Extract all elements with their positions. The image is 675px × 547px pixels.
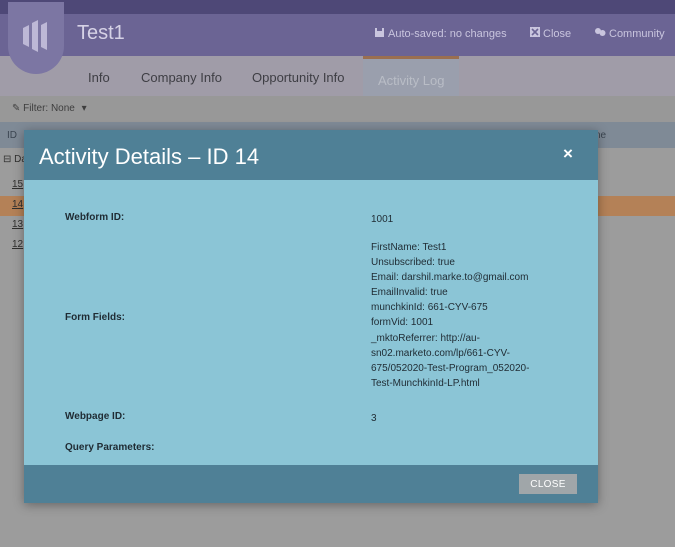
tab-activity-log[interactable]: Activity Log bbox=[363, 56, 460, 96]
tab-opportunity-info[interactable]: Opportunity Info bbox=[252, 70, 345, 85]
tab-info[interactable]: Info bbox=[88, 70, 110, 85]
close-link[interactable]: Close bbox=[530, 27, 571, 40]
webpage-id-value: 3 bbox=[371, 413, 377, 424]
tab-bar: Info Company Info Opportunity Info Activ… bbox=[0, 56, 675, 96]
community-icon bbox=[594, 27, 606, 40]
page-title: Test1 bbox=[77, 22, 125, 44]
dialog-header: Activity Details – ID 14 × bbox=[24, 130, 598, 180]
column-header-id[interactable]: ID bbox=[7, 130, 17, 141]
dialog-body: Webform ID: 1001 Form Fields: FirstName:… bbox=[24, 180, 598, 465]
marketo-logo[interactable] bbox=[8, 2, 64, 74]
save-icon bbox=[374, 27, 385, 41]
tab-company-info[interactable]: Company Info bbox=[141, 70, 222, 85]
close-x-icon[interactable]: × bbox=[563, 145, 573, 163]
top-strip bbox=[0, 0, 675, 14]
query-parameters-label: Query Parameters: bbox=[65, 442, 155, 453]
logo-icon bbox=[23, 20, 47, 52]
chevron-down-icon: ▾ bbox=[81, 103, 87, 114]
close-icon bbox=[530, 27, 540, 40]
activity-details-dialog: Activity Details – ID 14 × Webform ID: 1… bbox=[24, 130, 598, 503]
pencil-icon: ✎ bbox=[12, 103, 21, 114]
webform-id-label: Webform ID: bbox=[65, 212, 125, 223]
dialog-title: Activity Details – ID 14 bbox=[39, 144, 260, 169]
form-fields-value: FirstName: Test1 Unsubscribed: true Emai… bbox=[371, 242, 530, 389]
webpage-id-label: Webpage ID: bbox=[65, 411, 126, 422]
filter-dropdown[interactable]: ✎ Filter: None ▾ bbox=[12, 103, 87, 114]
webform-id-value: 1001 bbox=[371, 214, 394, 225]
form-fields-label: Form Fields: bbox=[65, 312, 126, 323]
collapse-icon: ⊟ bbox=[3, 154, 12, 165]
app-header: Test1 Auto-saved: no changes Close Commu… bbox=[0, 14, 675, 56]
filter-bar: ✎ Filter: None ▾ bbox=[0, 96, 675, 122]
close-button[interactable]: CLOSE bbox=[519, 474, 577, 494]
dialog-footer: CLOSE bbox=[24, 465, 598, 503]
community-link[interactable]: Community bbox=[594, 27, 665, 40]
autosave-status: Auto-saved: no changes bbox=[374, 27, 507, 41]
